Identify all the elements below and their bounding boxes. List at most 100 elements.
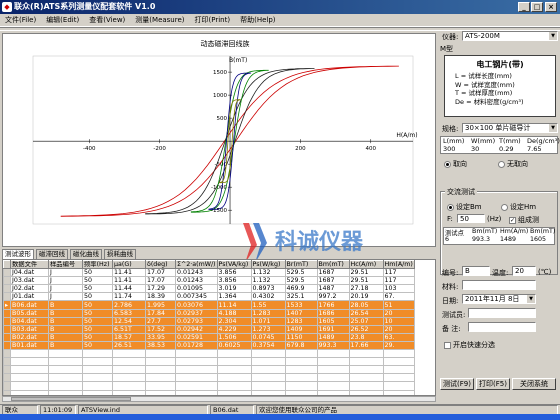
table-row[interactable]: B02.dat B 50 18.57 33.95 0.02591 1.506 0.0745 11…: [3, 332, 415, 342]
table-column-header[interactable]: Hc(A/m): [348, 260, 384, 270]
table-cell[interactable]: B02.dat: [10, 332, 49, 342]
menu-print[interactable]: 打印(Print): [190, 14, 236, 27]
table-cell[interactable]: 993.3: [316, 340, 350, 351]
table-cell[interactable]: 67.: [382, 292, 415, 302]
table-cell[interactable]: 529.5: [284, 276, 318, 286]
table-cell[interactable]: 51: [382, 300, 415, 310]
radio-oriented[interactable]: 取向: [444, 159, 467, 169]
spec-select[interactable]: 30×100 单片磁导计 ▼: [462, 123, 558, 133]
table-row[interactable]: B01.dat B 50 26.51 38.53 0.01728 0.6025 0.3754 6…: [3, 340, 415, 351]
table-cell[interactable]: 1487: [316, 284, 350, 294]
table-cell[interactable]: 50: [82, 308, 113, 318]
chevron-down-icon[interactable]: ▼: [549, 124, 557, 132]
table-column-header[interactable]: μa(G): [112, 260, 146, 270]
table-cell[interactable]: 17.52: [145, 324, 176, 334]
table-cell[interactable]: 1.132: [250, 268, 286, 278]
table-cell[interactable]: 27.7: [145, 316, 176, 326]
tab-waveform[interactable]: 测试波形: [2, 249, 34, 259]
table-cell[interactable]: 1686: [316, 308, 350, 318]
table-cell[interactable]: 50: [82, 268, 113, 278]
check-icon[interactable]: ✓: [509, 216, 516, 224]
table-cell[interactable]: 11.44: [112, 284, 146, 294]
table-cell[interactable]: 18.57: [112, 332, 146, 342]
table-cell[interactable]: J01.dat: [10, 292, 49, 302]
table-cell[interactable]: B01.dat: [10, 340, 49, 351]
table-cell[interactable]: B06.dat: [10, 300, 49, 310]
table-cell[interactable]: 0.02591: [175, 332, 218, 342]
table-column-header[interactable]: 数据文件: [10, 260, 49, 270]
tab-magnetization[interactable]: 磁化曲线: [70, 249, 102, 259]
exit-button[interactable]: 关闭系统: [512, 378, 556, 390]
table-cell[interactable]: 11.14: [216, 300, 252, 310]
radio-non-oriented[interactable]: 无取向: [498, 159, 528, 169]
table-cell[interactable]: 50: [82, 332, 113, 342]
table-cell[interactable]: 29.51: [348, 276, 384, 286]
table-cell[interactable]: 17.29: [145, 284, 176, 294]
table-cell[interactable]: 26.51: [112, 340, 146, 351]
table-cell[interactable]: 0.01243: [175, 268, 218, 278]
table-cell[interactable]: 50: [82, 292, 113, 302]
print-button[interactable]: 打印(F5): [476, 378, 510, 390]
table-cell[interactable]: 2.786: [112, 300, 146, 310]
table-cell[interactable]: J03.dat: [10, 276, 49, 286]
table-cell[interactable]: J: [48, 268, 83, 278]
table-column-header[interactable]: Ps(VA/kg): [216, 260, 252, 270]
row-header[interactable]: [3, 316, 11, 326]
menu-file[interactable]: 文件(File): [0, 14, 41, 27]
table-cell[interactable]: 1407: [284, 308, 318, 318]
test-button[interactable]: 测试(F9): [440, 378, 474, 390]
table-cell[interactable]: 63.: [382, 332, 415, 342]
table-cell[interactable]: 18.39: [145, 292, 176, 302]
table-cell[interactable]: 1283: [284, 316, 318, 326]
table-cell[interactable]: 50: [82, 284, 113, 294]
radio-dot-icon[interactable]: [447, 203, 454, 211]
table-cell[interactable]: 529.5: [284, 268, 318, 278]
table-cell[interactable]: 23.8: [348, 332, 384, 342]
table-cell[interactable]: 3.856: [216, 276, 252, 286]
table-row[interactable]: B05.dat B 50 6.583 17.84 0.02937 4.188 1.283 140…: [3, 308, 415, 318]
table-column-header[interactable]: Ps(W/kg): [250, 260, 286, 270]
table-cell[interactable]: 679.8: [284, 340, 318, 351]
table-cell[interactable]: 1533: [284, 300, 318, 310]
table-cell[interactable]: 117: [382, 268, 415, 278]
table-cell[interactable]: 29.51: [348, 268, 384, 278]
dim-value-l[interactable]: 300: [443, 145, 455, 153]
table-cell[interactable]: B: [48, 300, 83, 310]
table-cell[interactable]: 1691: [316, 324, 350, 334]
table-row[interactable]: B03.dat B 50 6.51T 17.52 0.02942 4.229 1.273 140…: [3, 324, 415, 334]
row-header[interactable]: [3, 276, 11, 286]
minimize-button[interactable]: _: [518, 2, 530, 12]
table-cell[interactable]: 325.1: [284, 292, 318, 302]
table-column-header[interactable]: 频率(Hz): [82, 260, 113, 270]
table-cell[interactable]: 0.0745: [250, 332, 286, 342]
table-cell[interactable]: B: [48, 340, 83, 351]
dim-value-w[interactable]: 30: [471, 145, 479, 153]
table-cell[interactable]: 1.995: [145, 300, 176, 310]
table-cell[interactable]: B03.dat: [10, 324, 49, 334]
table-cell[interactable]: B: [48, 316, 83, 326]
table-cell[interactable]: 1.071: [250, 316, 286, 326]
table-cell[interactable]: 0.02937: [175, 308, 218, 318]
table-cell[interactable]: B: [48, 324, 83, 334]
table-cell[interactable]: 20: [382, 324, 415, 334]
table-cell[interactable]: 20: [382, 308, 415, 318]
row-header[interactable]: [3, 308, 11, 318]
maximize-button[interactable]: □: [531, 2, 543, 12]
tab-hysteresis[interactable]: 磁滞回线: [36, 249, 68, 259]
table-row[interactable]: J01.dat J 50 11.74 18.39 0.007345 1.364 0.4302 3…: [3, 292, 415, 302]
table-cell[interactable]: 10: [382, 316, 415, 326]
table-cell[interactable]: B04.dat: [10, 316, 49, 326]
table-cell[interactable]: B: [48, 308, 83, 318]
table-cell[interactable]: 4.229: [216, 324, 252, 334]
table-cell[interactable]: 1.364: [216, 292, 252, 302]
table-cell[interactable]: 17.84: [145, 308, 176, 318]
radio-set-hm[interactable]: 设定Hm: [501, 202, 536, 212]
table-cell[interactable]: 1687: [316, 268, 350, 278]
table-cell[interactable]: 0.03076: [175, 300, 218, 310]
dim-value-t[interactable]: 0.29: [499, 145, 513, 153]
table-cell[interactable]: 0.02942: [175, 324, 218, 334]
table-cell[interactable]: 3.856: [216, 268, 252, 278]
menu-measure[interactable]: 测量(Measure): [130, 14, 189, 27]
chevron-down-icon[interactable]: ▼: [549, 32, 557, 40]
menu-view[interactable]: 查看(View): [84, 14, 130, 27]
